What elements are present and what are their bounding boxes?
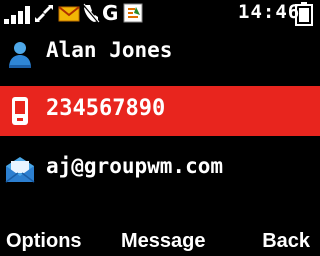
softkey-bar: Options Message Back (0, 226, 320, 256)
contact-email: aj@groupwm.com (46, 154, 224, 178)
envelope-icon (58, 6, 80, 22)
battery-icon (295, 2, 313, 26)
signal-bars-icon (4, 6, 30, 24)
status-bar: G 14:46 (0, 0, 320, 27)
person-icon (9, 42, 31, 68)
contact-phone: 234567890 (46, 96, 166, 121)
gprs-transfer-icon (35, 5, 53, 22)
back-softkey[interactable]: Back (262, 229, 310, 253)
network-type-label: G (102, 1, 119, 25)
email-icon (5, 157, 35, 183)
contact-phone-row[interactable]: 234567890 (0, 86, 320, 136)
message-softkey[interactable]: Message (121, 229, 206, 253)
contact-name: Alan Jones (46, 38, 173, 62)
clock-time: 14:46 (238, 1, 301, 23)
options-softkey[interactable]: Options (6, 229, 82, 253)
contact-email-row[interactable]: aj@groupwm.com (0, 146, 320, 192)
contact-name-row[interactable]: Alan Jones (0, 30, 320, 76)
mobile-phone-icon (12, 97, 28, 125)
silent-mode-icon (82, 3, 100, 24)
java-app-icon (123, 3, 143, 23)
